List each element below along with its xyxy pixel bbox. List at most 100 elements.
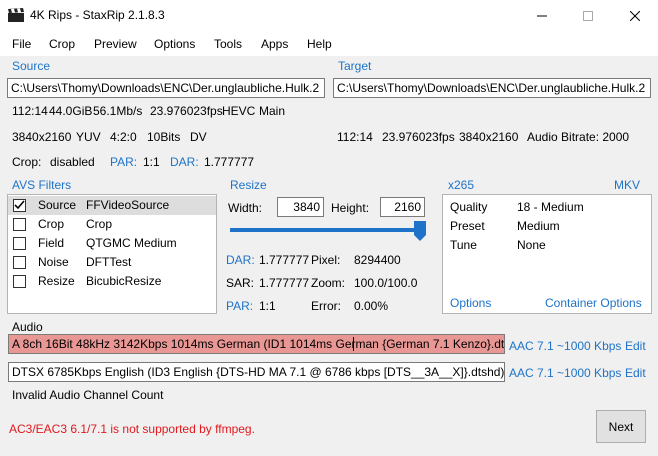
source-resolution: 3840x2160 <box>12 130 72 144</box>
resize-dar-label[interactable]: DAR: <box>226 253 255 267</box>
audio-group: Audio A 8ch 16Bit 48kHz 3142Kbps 1014ms … <box>4 320 654 384</box>
filter-checkbox-noise[interactable] <box>13 256 26 269</box>
target-path-field[interactable]: C:\Users\Thomy\Downloads\ENC\Der.unglaub… <box>333 78 651 98</box>
height-label: Height: <box>331 201 370 215</box>
source-profile: Main <box>259 104 286 118</box>
audio-track-2-field[interactable]: DTSX 6785Kbps English (ID3 English {DTS-… <box>8 362 505 382</box>
sar-value: 1.777777 <box>259 276 310 290</box>
filter-name-noise[interactable]: Noise <box>38 255 69 269</box>
width-label: Width: <box>228 201 263 215</box>
source-dar-label[interactable]: DAR: <box>170 155 199 169</box>
encoder-title[interactable]: x265 <box>448 178 474 192</box>
resize-par-value: 1:1 <box>259 299 276 313</box>
audio-track-1-profile[interactable]: AAC 7.1 ~1000 Kbps <box>509 339 621 353</box>
source-codec: HEVC <box>222 104 256 118</box>
resize-title: Resize <box>230 178 267 192</box>
height-field[interactable]: 2160 <box>380 197 425 217</box>
encoder-key-preset: Preset <box>450 219 485 233</box>
crop-value: disabled <box>50 155 95 169</box>
audio-track-2-profile[interactable]: AAC 7.1 ~1000 Kbps <box>509 366 621 380</box>
filter-name-field[interactable]: Field <box>38 236 64 250</box>
source-dar-value: 1.777777 <box>204 155 255 169</box>
audio-title: Audio <box>12 320 43 334</box>
source-title: Source <box>12 59 51 73</box>
source-colorspace: YUV <box>76 130 101 144</box>
container-options-link[interactable]: Container Options <box>545 296 642 310</box>
width-field[interactable]: 3840 <box>277 197 324 217</box>
filter-name-crop[interactable]: Crop <box>38 217 64 231</box>
source-hdr: DV <box>190 130 207 144</box>
menu-bar: File Crop Preview Options Tools Apps Hel… <box>0 33 658 55</box>
menu-preview[interactable]: Preview <box>94 37 137 51</box>
source-path-field[interactable]: C:\Users\Thomy\Downloads\ENC\Der.unglaub… <box>7 78 325 98</box>
filters-title: AVS Filters <box>12 178 72 192</box>
source-duration: 112:14 <box>12 104 48 118</box>
close-button[interactable] <box>612 0 658 31</box>
checkmark-icon <box>14 200 25 210</box>
status-group: Invalid Audio Channel Count AC3/EAC3 6.1… <box>4 388 654 453</box>
filter-value-source[interactable]: FFVideoSource <box>86 198 169 212</box>
filter-checkbox-field[interactable] <box>13 237 26 250</box>
target-audio-bitrate: Audio Bitrate: 2000 <box>527 130 630 144</box>
source-size: 44.0GiB <box>49 104 93 118</box>
encoder-value-tune[interactable]: None <box>517 238 546 252</box>
zoom-label: Zoom: <box>311 276 346 290</box>
audio-track-1-field[interactable]: A 8ch 16Bit 48kHz 3142Kbps 1014ms German… <box>8 334 505 354</box>
source-chroma: 4:2:0 <box>110 130 137 144</box>
resize-dar-value: 1.777777 <box>259 253 310 267</box>
audio-track-2-edit[interactable]: Edit <box>625 366 646 380</box>
pixel-value: 8294400 <box>354 253 401 267</box>
resize-group: Resize Width: 3840 Height: 2160 DAR: 1.7… <box>222 178 436 317</box>
filter-value-resize[interactable]: BicubicResize <box>86 274 161 288</box>
error-value: 0.00% <box>354 299 389 313</box>
zoom-value: 100.0/100.0 <box>354 276 418 290</box>
target-duration: 112:14 <box>337 130 373 144</box>
resize-slider-thumb[interactable] <box>414 221 426 241</box>
encoder-value-quality[interactable]: 18 - Medium <box>517 200 584 214</box>
filter-checkbox-source[interactable] <box>13 199 26 212</box>
filters-list[interactable]: Source FFVideoSource Crop Crop Field QTG… <box>7 194 217 314</box>
filter-checkbox-crop[interactable] <box>13 218 26 231</box>
filter-name-source[interactable]: Source <box>38 198 76 212</box>
maximize-icon <box>583 10 593 21</box>
filter-value-noise[interactable]: DFTTest <box>86 255 131 269</box>
menu-crop[interactable]: Crop <box>49 37 75 51</box>
target-resolution: 3840x2160 <box>459 130 519 144</box>
close-icon <box>630 10 640 21</box>
source-bitdepth: 10Bits <box>147 130 181 144</box>
encoder-group: x265 MKV Quality 18 - Medium Preset Medi… <box>440 178 654 317</box>
encoder-value-preset[interactable]: Medium <box>517 219 560 233</box>
source-bitrate: 56.1Mb/s <box>93 104 143 118</box>
target-group: Target C:\Users\Thomy\Downloads\ENC\Der.… <box>330 59 654 176</box>
filter-value-crop[interactable]: Crop <box>86 217 112 231</box>
status-message: AC3/EAC3 6.1/7.1 is not supported by ffm… <box>9 422 255 436</box>
target-fps: 23.976023fps <box>382 130 455 144</box>
clapperboard-icon <box>8 8 24 22</box>
crop-label: Crop: <box>12 155 42 169</box>
sar-label: SAR: <box>226 276 255 290</box>
container-title[interactable]: MKV <box>614 178 640 192</box>
filters-group: AVS Filters Source FFVideoSource Crop Cr… <box>4 178 218 317</box>
status-title: Invalid Audio Channel Count <box>12 388 164 402</box>
menu-tools[interactable]: Tools <box>214 37 242 51</box>
filter-checkbox-resize[interactable] <box>13 275 26 288</box>
resize-slider-fill <box>230 228 424 232</box>
filter-value-field[interactable]: QTGMC Medium <box>86 236 177 250</box>
maximize-button[interactable] <box>565 0 611 31</box>
audio-track-1-edit[interactable]: Edit <box>625 339 646 353</box>
pixel-label: Pixel: <box>311 253 341 267</box>
resize-par-label[interactable]: PAR: <box>226 299 253 313</box>
menu-options[interactable]: Options <box>154 37 195 51</box>
source-par-label[interactable]: PAR: <box>110 155 137 169</box>
filter-name-resize[interactable]: Resize <box>38 274 75 288</box>
menu-file[interactable]: File <box>12 37 31 51</box>
menu-help[interactable]: Help <box>307 37 332 51</box>
next-button[interactable]: Next <box>596 410 646 443</box>
encoder-key-tune: Tune <box>450 238 477 252</box>
window-title: 4K Rips - StaxRip 2.1.8.3 <box>30 8 165 22</box>
title-bar: 4K Rips - StaxRip 2.1.8.3 <box>0 0 658 31</box>
minimize-button[interactable] <box>519 0 565 31</box>
encoder-options-link[interactable]: Options <box>450 296 491 310</box>
encoder-settings-grid[interactable]: Quality 18 - Medium Preset Medium Tune N… <box>442 194 652 314</box>
menu-apps[interactable]: Apps <box>261 37 288 51</box>
